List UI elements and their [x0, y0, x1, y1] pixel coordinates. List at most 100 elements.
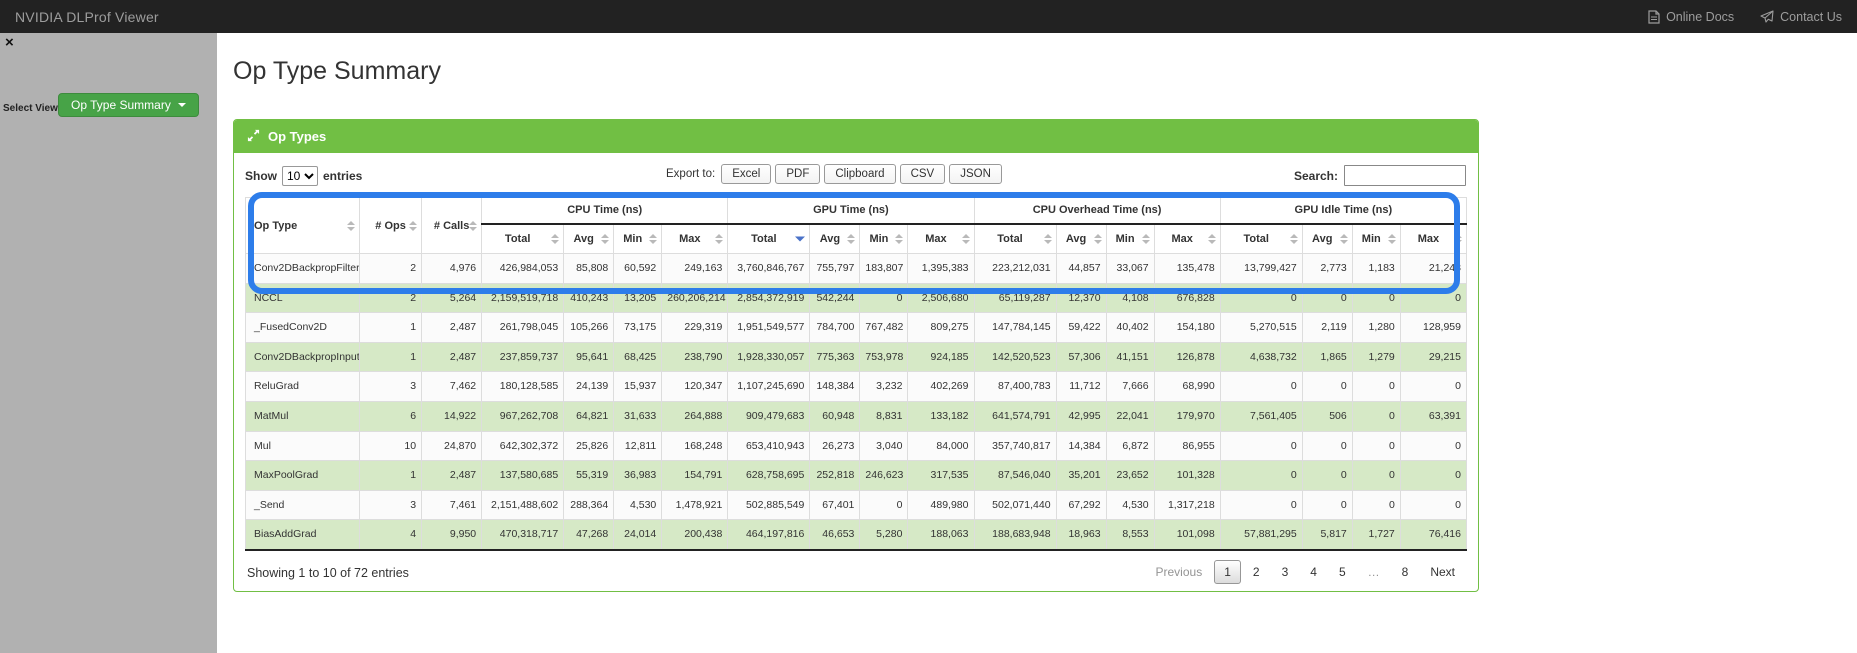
column-header-total[interactable]: Total: [482, 224, 564, 254]
table-row[interactable]: Mul1024,870642,302,37225,82612,811168,24…: [246, 431, 1467, 461]
sort-icon: [469, 221, 477, 231]
export-clipboard-button[interactable]: Clipboard: [824, 164, 895, 184]
sort-icon: [1388, 234, 1396, 244]
value-cell: 18,963: [1056, 520, 1106, 550]
column-header-max[interactable]: Max: [1400, 224, 1466, 254]
column-header-min[interactable]: Min: [1352, 224, 1400, 254]
column-header-max[interactable]: Max: [662, 224, 728, 254]
pagination-page-4[interactable]: 4: [1300, 560, 1327, 584]
column-header-total[interactable]: Total: [728, 224, 810, 254]
view-dropdown-button[interactable]: Op Type Summary: [58, 93, 199, 117]
table-row[interactable]: MaxPoolGrad12,487137,580,68555,31936,983…: [246, 461, 1467, 491]
navbar-links: Online Docs Contact Us: [1648, 10, 1842, 24]
column-header-min[interactable]: Min: [1106, 224, 1154, 254]
column-header-max[interactable]: Max: [908, 224, 974, 254]
column-header-num-calls[interactable]: # Calls: [422, 198, 482, 254]
show-entries-control: Show 10 entries: [245, 166, 362, 186]
export-pdf-button[interactable]: PDF: [775, 164, 820, 184]
value-cell: 7,461: [422, 490, 482, 520]
value-cell: 188,683,948: [974, 520, 1056, 550]
column-header-avg[interactable]: Avg: [1056, 224, 1106, 254]
value-cell: 2,487: [422, 313, 482, 343]
contact-us-link[interactable]: Contact Us: [1760, 10, 1842, 24]
table-row[interactable]: ReluGrad37,462180,128,58524,13915,937120…: [246, 372, 1467, 402]
value-cell: 0: [1302, 283, 1352, 313]
export-json-button[interactable]: JSON: [949, 164, 1002, 184]
value-cell: 809,275: [908, 313, 974, 343]
column-header-total[interactable]: Total: [1220, 224, 1302, 254]
column-header-op-type[interactable]: Op Type: [246, 198, 360, 254]
column-header-max[interactable]: Max: [1154, 224, 1220, 254]
search-label: Search:: [1294, 169, 1338, 183]
value-cell: 1,280: [1352, 313, 1400, 343]
value-cell: 0: [860, 490, 908, 520]
contact-us-label: Contact Us: [1780, 10, 1842, 24]
entries-select[interactable]: 10: [282, 166, 318, 186]
table-row[interactable]: NCCL25,2642,159,519,718410,24313,205260,…: [246, 283, 1467, 313]
value-cell: 23,652: [1106, 461, 1154, 491]
value-cell: 542,244: [810, 283, 860, 313]
column-header-num-ops[interactable]: # Ops: [360, 198, 422, 254]
column-header-avg[interactable]: Avg: [1302, 224, 1352, 254]
value-cell: 0: [1302, 431, 1352, 461]
sort-icon: [847, 234, 855, 244]
value-cell: 4,530: [1106, 490, 1154, 520]
column-header-avg[interactable]: Avg: [564, 224, 614, 254]
value-cell: 26,273: [810, 431, 860, 461]
search-input[interactable]: [1344, 165, 1466, 186]
pagination-next[interactable]: Next: [1420, 560, 1465, 584]
value-cell: 87,546,040: [974, 461, 1056, 491]
table-row[interactable]: MatMul614,922967,262,70864,82131,633264,…: [246, 401, 1467, 431]
value-cell: 784,700: [810, 313, 860, 343]
value-cell: 142,520,523: [974, 342, 1056, 372]
value-cell: 36,983: [614, 461, 662, 491]
value-cell: 120,347: [662, 372, 728, 402]
pagination-page-3[interactable]: 3: [1272, 560, 1299, 584]
value-cell: 628,758,695: [728, 461, 810, 491]
value-cell: 148,384: [810, 372, 860, 402]
value-cell: 2: [360, 283, 422, 313]
value-cell: 15,937: [614, 372, 662, 402]
value-cell: 1,395,383: [908, 254, 974, 284]
table-row[interactable]: Conv2DBackpropFilter24,976426,984,05385,…: [246, 254, 1467, 284]
value-cell: 183,807: [860, 254, 908, 284]
value-cell: 4,108: [1106, 283, 1154, 313]
value-cell: 14,922: [422, 401, 482, 431]
pagination-page-5[interactable]: 5: [1329, 560, 1356, 584]
column-header-min[interactable]: Min: [614, 224, 662, 254]
value-cell: 0: [1220, 461, 1302, 491]
value-cell: 13,799,427: [1220, 254, 1302, 284]
export-excel-button[interactable]: Excel: [721, 164, 771, 184]
table-row[interactable]: Conv2DBackpropInput12,487237,859,73795,6…: [246, 342, 1467, 372]
value-cell: 1,107,245,690: [728, 372, 810, 402]
value-cell: 13,205: [614, 283, 662, 313]
table-row[interactable]: _Send37,4612,151,488,602288,3644,5301,47…: [246, 490, 1467, 520]
value-cell: 249,163: [662, 254, 728, 284]
sort-icon: [1290, 234, 1298, 244]
pagination-page-2[interactable]: 2: [1243, 560, 1270, 584]
online-docs-link[interactable]: Online Docs: [1648, 10, 1734, 24]
value-cell: 506: [1302, 401, 1352, 431]
pagination-page-8[interactable]: 8: [1392, 560, 1419, 584]
column-header-label: # Ops: [375, 220, 406, 232]
value-cell: 260,206,214: [662, 283, 728, 313]
group-header-gpu-idle-time: GPU Idle Time (ns): [1220, 198, 1466, 224]
column-header-avg[interactable]: Avg: [810, 224, 860, 254]
table-row[interactable]: BiasAddGrad49,950470,318,71747,26824,014…: [246, 520, 1467, 550]
export-csv-button[interactable]: CSV: [900, 164, 946, 184]
close-icon[interactable]: ×: [5, 36, 14, 50]
pagination-page-1[interactable]: 1: [1214, 560, 1241, 584]
column-header-min[interactable]: Min: [860, 224, 908, 254]
value-cell: 0: [1302, 461, 1352, 491]
view-dropdown-value: Op Type Summary: [71, 98, 171, 112]
pagination-previous[interactable]: Previous: [1146, 560, 1213, 584]
value-cell: 2,773: [1302, 254, 1352, 284]
table-row[interactable]: _FusedConv2D12,487261,798,045105,26673,1…: [246, 313, 1467, 343]
value-cell: 402,269: [908, 372, 974, 402]
value-cell: 642,302,372: [482, 431, 564, 461]
panel-header: Op Types: [234, 120, 1478, 153]
group-header-cpu-time: CPU Time (ns): [482, 198, 728, 224]
column-header-total[interactable]: Total: [974, 224, 1056, 254]
value-cell: 288,364: [564, 490, 614, 520]
value-cell: 64,821: [564, 401, 614, 431]
